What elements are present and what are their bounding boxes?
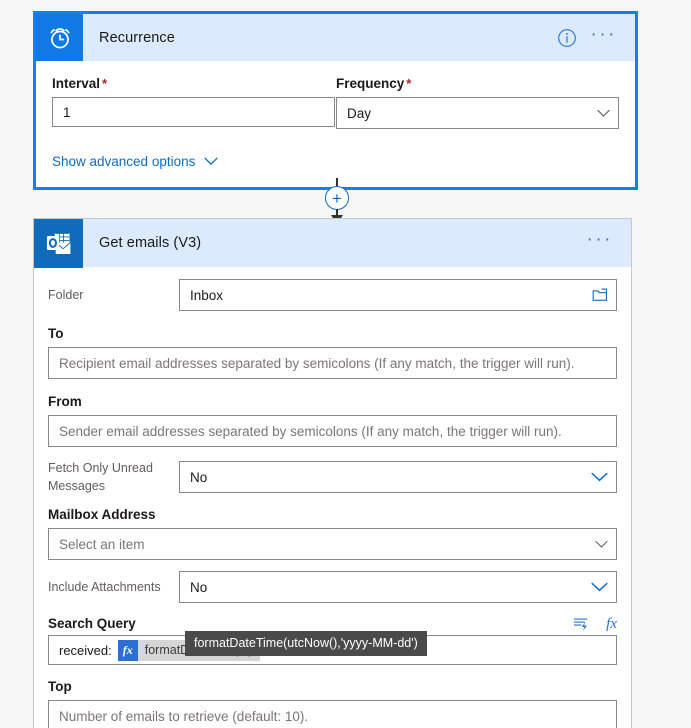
dynamic-content-icon[interactable]	[573, 617, 590, 632]
chevron-down-icon	[204, 157, 218, 166]
top-field-group: Top Number of emails to retrieve (defaul…	[48, 678, 617, 728]
folder-field-group: Folder Inbox	[48, 279, 617, 311]
to-input[interactable]: Recipient email addresses separated by s…	[48, 347, 617, 379]
recurrence-fields-row: Interval * 1 Frequency * Day	[52, 75, 619, 129]
recurrence-card-header[interactable]: Recurrence ···	[36, 14, 635, 61]
fetch-unread-field-group: Fetch Only Unread Messages No	[48, 459, 617, 495]
show-advanced-options-link[interactable]: Show advanced options	[52, 154, 218, 169]
show-advanced-options-label: Show advanced options	[52, 154, 196, 169]
folder-label-cell: Folder	[48, 286, 179, 304]
from-field-group: From Sender email addresses separated by…	[48, 393, 617, 447]
include-attachments-dropdown[interactable]: No	[179, 571, 617, 603]
show-advanced-options-row: Show advanced options	[52, 153, 619, 171]
from-placeholder: Sender email addresses separated by semi…	[59, 423, 562, 439]
alarm-clock-icon	[36, 14, 83, 61]
get-emails-title: Get emails (V3)	[99, 235, 202, 251]
outlook-icon	[34, 218, 83, 268]
fetch-unread-value: No	[190, 469, 208, 485]
chevron-down-icon	[597, 109, 610, 118]
folder-picker-icon[interactable]	[592, 288, 608, 302]
recurrence-title: Recurrence	[99, 29, 175, 46]
recurrence-card-body: Interval * 1 Frequency * Day Show advanc…	[36, 61, 635, 187]
mailbox-address-placeholder: Select an item	[59, 536, 145, 552]
folder-value: Inbox	[190, 287, 224, 303]
include-attachments-value: No	[190, 579, 208, 595]
flow-designer-canvas: Recurrence ··· Interval * 1 Frequency * …	[0, 0, 691, 728]
search-query-label: Search Query	[48, 616, 136, 631]
frequency-value: Day	[347, 105, 372, 121]
fetch-unread-control-cell: No	[179, 461, 617, 493]
mailbox-address-label: Mailbox Address	[48, 507, 156, 522]
to-field-group: To Recipient email addresses separated b…	[48, 325, 617, 379]
get-emails-more-icon[interactable]: ···	[587, 230, 613, 251]
chevron-down-icon	[591, 582, 608, 592]
fx-expression-icon[interactable]: fx	[606, 616, 617, 633]
include-attachments-label: Include Attachments	[48, 580, 161, 594]
plus-icon[interactable]: +	[325, 186, 349, 210]
fetch-unread-label: Fetch Only Unread Messages	[48, 461, 153, 493]
interval-input[interactable]: 1	[52, 97, 335, 127]
from-label: From	[48, 394, 82, 409]
to-label: To	[48, 326, 64, 341]
mailbox-address-dropdown[interactable]: Select an item	[48, 528, 617, 560]
search-query-prefix: received:	[59, 642, 112, 658]
interval-label: Interval *	[52, 76, 108, 91]
top-label: Top	[48, 679, 72, 694]
frequency-required-marker: *	[406, 76, 412, 91]
interval-value: 1	[63, 104, 71, 120]
expression-tooltip: formatDateTime(utcNow(),'yyyy-MM-dd')	[185, 631, 427, 656]
folder-label: Folder	[48, 288, 84, 302]
folder-control-cell: Inbox	[179, 279, 617, 311]
get-emails-card-header[interactable]: Get emails (V3) ···	[33, 218, 632, 268]
frequency-field-group: Frequency * Day	[335, 75, 619, 129]
from-input[interactable]: Sender email addresses separated by semi…	[48, 415, 617, 447]
search-query-toolbar: fx	[573, 616, 617, 635]
recurrence-card[interactable]: Recurrence ··· Interval * 1 Frequency * …	[33, 11, 638, 190]
fetch-unread-dropdown[interactable]: No	[179, 461, 617, 493]
mailbox-address-field-group: Mailbox Address Select an item	[48, 506, 617, 560]
get-emails-header-actions: ···	[587, 230, 631, 251]
top-placeholder: Number of emails to retrieve (default: 1…	[59, 708, 309, 724]
chevron-down-icon	[591, 472, 608, 482]
recurrence-more-icon[interactable]: ···	[591, 25, 617, 46]
get-emails-card-body: Folder Inbox To Recipient email addresse…	[34, 267, 631, 728]
interval-field-group: Interval * 1	[52, 75, 335, 129]
include-attachments-control-cell: No	[179, 571, 617, 603]
top-input[interactable]: Number of emails to retrieve (default: 1…	[48, 700, 617, 728]
include-attachments-field-group: Include Attachments No	[48, 571, 617, 603]
info-icon[interactable]	[557, 28, 577, 48]
interval-required-marker: *	[102, 76, 108, 91]
chevron-down-icon	[595, 540, 608, 549]
recurrence-header-actions: ···	[557, 25, 635, 48]
to-placeholder: Recipient email addresses separated by s…	[59, 355, 575, 371]
include-attachments-label-cell: Include Attachments	[48, 578, 179, 596]
fetch-unread-label-cell: Fetch Only Unread Messages	[48, 459, 179, 495]
frequency-dropdown[interactable]: Day	[336, 97, 619, 129]
folder-input[interactable]: Inbox	[179, 279, 617, 311]
frequency-label: Frequency *	[336, 76, 412, 91]
token-fx-badge: fx	[117, 639, 138, 661]
